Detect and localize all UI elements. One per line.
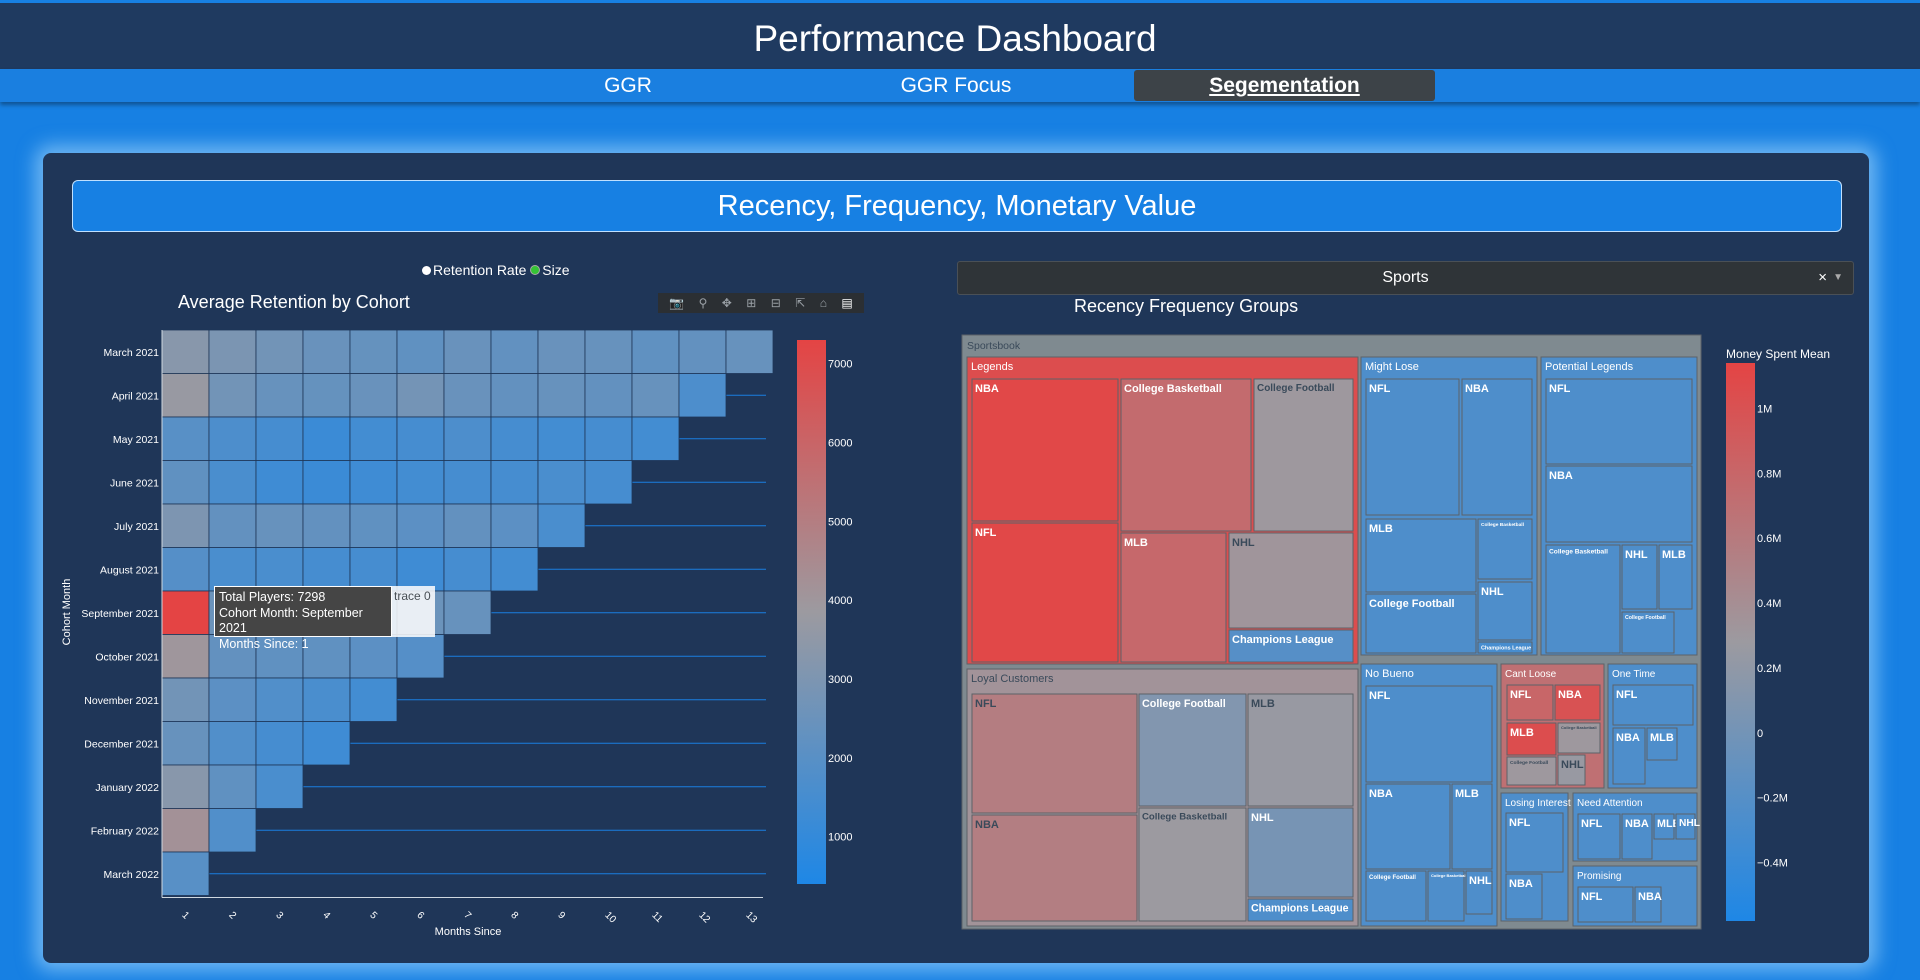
treemap-tile-label: NBA — [1465, 383, 1489, 395]
treemap-tile-label: College Basketball — [1549, 549, 1608, 556]
treemap-tile-label: MLB — [1251, 698, 1275, 710]
treemap-tile-label: NHL — [1679, 818, 1700, 829]
treemap-group-label: Cant Loose — [1505, 669, 1557, 680]
treemap-tile-label: NHL — [1481, 586, 1504, 598]
treemap-tile — [1253, 378, 1354, 532]
treemap-tile-label: College Basketball — [1142, 812, 1227, 823]
treemap-tile-label: NBA — [1638, 891, 1662, 903]
treemap-tile-label: MLB — [1124, 537, 1148, 549]
colorbar-tick-label: 0.6M — [1757, 533, 1781, 545]
treemap-tile-label: MLB — [1650, 732, 1674, 744]
colorbar-tick-label: −0.4M — [1757, 858, 1788, 870]
treemap-tile-label: Champions League — [1232, 634, 1333, 646]
treemap-tile — [1545, 544, 1621, 654]
treemap-root-label: Sportsbook — [967, 340, 1021, 352]
treemap-tile — [971, 693, 1138, 814]
colorbar-tick-label: 0.4M — [1757, 598, 1781, 610]
treemap-tile-label: MLB — [1662, 549, 1686, 561]
treemap-tile — [1138, 807, 1247, 922]
treemap-tile-label: NBA — [1369, 788, 1393, 800]
treemap-tile-label: College Basketball — [1481, 522, 1524, 528]
treemap-tile — [1427, 870, 1465, 922]
treemap-tile-label: NFL — [1549, 383, 1571, 395]
treemap-colorbar-title: Money Spent Mean — [1726, 347, 1830, 361]
treemap-tile — [1461, 378, 1533, 516]
treemap-tile — [1138, 693, 1247, 807]
treemap-tile-label: NBA — [1509, 878, 1533, 890]
treemap-tile — [1120, 378, 1252, 532]
treemap-tile-label: NFL — [1369, 383, 1391, 395]
rfm-treemap[interactable]: Sportsbook Legends NBA College Basketball Co… — [0, 0, 1920, 980]
treemap-group-label: No Bueno — [1365, 668, 1414, 680]
treemap-tile-label: NBA — [1549, 470, 1573, 482]
treemap-tile-label: NFL — [975, 698, 997, 710]
treemap-colorbar — [1726, 363, 1755, 921]
treemap-tile-label: College Basketball — [1124, 383, 1222, 395]
treemap-group-label: Losing Interest — [1505, 798, 1571, 809]
treemap-tile — [971, 522, 1119, 663]
treemap-tile-label: NFL — [1369, 690, 1391, 702]
treemap-tile — [1247, 693, 1354, 807]
treemap-tile-label: MLB — [1510, 727, 1534, 739]
treemap-tile-label: College Football — [1510, 760, 1549, 766]
treemap-tile-label: MLB — [1455, 788, 1479, 800]
treemap-tile-label: College Football — [1369, 875, 1416, 881]
treemap-tile-label: MLB — [1369, 523, 1393, 535]
treemap-tile-label: NBA — [975, 819, 999, 831]
treemap-tile-label: College Football — [1625, 615, 1666, 621]
treemap-tile-label: NHL — [1561, 759, 1584, 771]
treemap-group-label: Potential Legends — [1545, 361, 1634, 373]
treemap-tile-label: NBA — [1625, 818, 1649, 830]
treemap-tile-label: NHL — [1251, 812, 1274, 824]
treemap-tile-label: College Football — [1257, 383, 1335, 394]
treemap-tile-label: NFL — [1581, 891, 1603, 903]
treemap-group-label: Need Attention — [1577, 798, 1643, 809]
treemap-tile-label: College Basketball — [1561, 725, 1597, 730]
treemap-tile-label: NHL — [1469, 875, 1492, 887]
treemap-tile-label: NHL — [1625, 549, 1648, 561]
colorbar-tick-label: 1M — [1757, 403, 1772, 415]
treemap-tile-label: NFL — [1509, 817, 1531, 829]
treemap-group-label: Promising — [1577, 871, 1621, 882]
treemap-tile-label: Champions League — [1251, 903, 1349, 915]
treemap-group-label: Might Lose — [1365, 361, 1419, 373]
treemap-tile-label: College Football — [1142, 698, 1226, 710]
treemap-group-label: Legends — [971, 361, 1014, 373]
treemap-tile-label: NBA — [975, 383, 999, 395]
treemap-tile-label: NFL — [975, 527, 997, 539]
treemap-tile-label: NFL — [1510, 689, 1532, 701]
treemap-tile — [1365, 378, 1460, 516]
treemap-tile-label: NFL — [1581, 818, 1603, 830]
treemap-tile — [1120, 532, 1227, 663]
treemap-tile-label: NBA — [1558, 689, 1582, 701]
treemap-tile-label: College Football — [1369, 598, 1455, 610]
colorbar-tick-label: 0.8M — [1757, 468, 1781, 480]
treemap-tile — [1477, 518, 1533, 580]
colorbar-tick-label: −0.2M — [1757, 793, 1788, 805]
treemap-group-label: One Time — [1612, 669, 1656, 680]
treemap-tile-label: NFL — [1616, 689, 1638, 701]
treemap-tile-label: NHL — [1232, 537, 1255, 549]
treemap-tile — [971, 378, 1119, 522]
treemap-tile-label: College Basketball — [1431, 873, 1467, 878]
colorbar-tick-label: 0 — [1757, 728, 1763, 740]
treemap-tile-label: NBA — [1616, 732, 1640, 744]
treemap-tile-label: Champions League — [1481, 645, 1531, 651]
treemap-group-label: Loyal Customers — [971, 673, 1054, 685]
colorbar-tick-label: 0.2M — [1757, 663, 1781, 675]
